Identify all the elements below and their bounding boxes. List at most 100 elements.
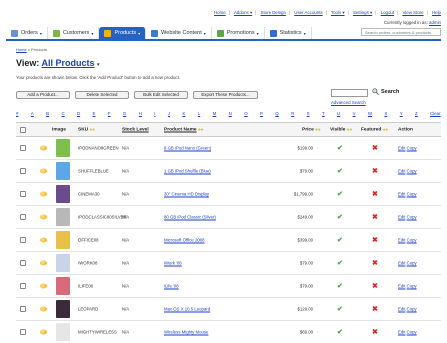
product-thumbnail[interactable] — [56, 254, 70, 272]
nav-statistics[interactable]: Statistics ▾ — [265, 27, 312, 39]
view-selector[interactable]: All Products — [42, 58, 95, 68]
copy-link[interactable]: Copy — [407, 284, 417, 289]
header-price[interactable]: Price ◆◆ — [302, 127, 321, 132]
advanced-search-link[interactable]: Advanced Search — [331, 100, 366, 105]
visible-check-icon[interactable]: ✔ — [337, 167, 343, 175]
edit-link[interactable]: Edit — [398, 330, 405, 335]
featured-x-icon[interactable]: ✖ — [372, 282, 378, 290]
settings-link[interactable]: Settings ▾ — [353, 10, 372, 15]
product-thumbnail[interactable] — [56, 162, 70, 180]
visible-check-icon[interactable]: ✔ — [337, 259, 343, 267]
user-accounts-link[interactable]: User Accounts — [294, 10, 322, 15]
edit-link[interactable]: Edit — [398, 284, 405, 289]
letter-filter-z[interactable]: Z — [415, 111, 418, 116]
header-visible[interactable]: Visible ◆◆ — [330, 127, 352, 132]
row-checkbox[interactable] — [20, 260, 26, 266]
view-store-link[interactable]: View Store — [402, 10, 423, 15]
letter-filter-q[interactable]: Q — [275, 111, 278, 116]
letter-filter-hash[interactable]: # — [16, 111, 18, 116]
product-name-link[interactable]: iWork '08 — [164, 261, 182, 266]
letter-filter-o[interactable]: O — [244, 111, 247, 116]
delete-selected-button[interactable]: Delete Selected — [75, 91, 129, 99]
visible-check-icon[interactable]: ✔ — [337, 144, 343, 152]
visible-check-icon[interactable]: ✔ — [337, 190, 343, 198]
letter-filter-p[interactable]: P — [260, 111, 263, 116]
header-stock[interactable]: Stock Level — [122, 127, 149, 132]
edit-link[interactable]: Edit — [398, 146, 405, 151]
edit-link[interactable]: Edit — [398, 307, 405, 312]
header-featured[interactable]: Featured ◆◆ — [361, 127, 388, 132]
letter-filter-y[interactable]: Y — [400, 111, 403, 116]
select-all-checkbox[interactable] — [20, 126, 26, 133]
edit-link[interactable]: Edit — [398, 238, 405, 243]
row-checkbox[interactable] — [20, 168, 26, 174]
letter-filter-t[interactable]: T — [322, 111, 325, 116]
row-checkbox[interactable] — [20, 237, 26, 243]
visible-check-icon[interactable]: ✔ — [337, 236, 343, 244]
row-checkbox[interactable] — [20, 214, 26, 220]
nav-promotions[interactable]: Promotions ▾ — [212, 27, 265, 39]
featured-x-icon[interactable]: ✖ — [372, 236, 378, 244]
product-name-link[interactable]: 30" Cinema HD Display — [164, 192, 209, 197]
row-checkbox[interactable] — [20, 329, 26, 335]
addons-link[interactable]: Addons ▾ — [234, 10, 252, 15]
letter-filter-m[interactable]: M — [213, 111, 217, 116]
visible-check-icon[interactable]: ✔ — [337, 305, 343, 313]
logged-in-user[interactable]: admin — [429, 20, 441, 25]
visible-check-icon[interactable]: ✔ — [337, 282, 343, 290]
header-sku[interactable]: SKU ◆◆ — [78, 127, 95, 132]
featured-x-icon[interactable]: ✖ — [372, 259, 378, 267]
product-thumbnail[interactable] — [56, 277, 70, 295]
search-button[interactable]: Search — [372, 88, 399, 95]
product-name-link[interactable]: Mac OS X 10.5 Leopard — [164, 307, 210, 312]
copy-link[interactable]: Copy — [407, 192, 417, 197]
letter-filter-u[interactable]: U — [337, 111, 340, 116]
nav-website-content[interactable]: Website Content ▾ — [146, 27, 212, 39]
letter-filter-b[interactable]: B — [46, 111, 49, 116]
nav-products[interactable]: Products ▾ — [99, 27, 147, 39]
row-checkbox[interactable] — [20, 306, 26, 312]
featured-x-icon[interactable]: ✖ — [372, 167, 378, 175]
letter-filter-r[interactable]: R — [291, 111, 294, 116]
featured-x-icon[interactable]: ✖ — [372, 190, 378, 198]
letter-filter-s[interactable]: S — [307, 111, 310, 116]
tools-link[interactable]: Tools ▾ — [331, 10, 345, 15]
header-name[interactable]: Product Name ◆◆ — [164, 127, 203, 132]
product-thumbnail[interactable] — [56, 139, 70, 157]
product-thumbnail[interactable] — [56, 185, 70, 203]
add-product-button[interactable]: Add a Product... — [16, 91, 70, 99]
store-design-link[interactable]: Store Design — [261, 10, 286, 15]
visible-check-icon[interactable]: ✔ — [337, 213, 343, 221]
bulk-edit-button[interactable]: Bulk Edit Selected — [134, 91, 188, 99]
export-products-button[interactable]: Export These Products... — [193, 91, 258, 99]
letter-filter-x[interactable]: X — [384, 111, 387, 116]
letter-filter-d[interactable]: D — [77, 111, 80, 116]
visible-check-icon[interactable]: ✔ — [337, 328, 343, 336]
global-search-input[interactable] — [361, 28, 441, 36]
letter-filter-f[interactable]: F — [108, 111, 111, 116]
letter-filter-n[interactable]: N — [229, 111, 232, 116]
letter-filter-v[interactable]: V — [353, 111, 356, 116]
letter-filter-clear[interactable]: Clear — [430, 111, 441, 116]
featured-x-icon[interactable]: ✖ — [372, 144, 378, 152]
edit-link[interactable]: Edit — [398, 215, 405, 220]
letter-filter-g[interactable]: G — [123, 111, 126, 116]
product-name-link[interactable]: 80 GB iPod Classic (Silver) — [164, 215, 216, 220]
letter-filter-i[interactable]: I — [154, 111, 155, 116]
nav-orders[interactable]: Orders ▾ — [6, 27, 48, 39]
copy-link[interactable]: Copy — [407, 307, 417, 312]
letter-filter-c[interactable]: C — [61, 111, 64, 116]
row-checkbox[interactable] — [20, 283, 26, 289]
copy-link[interactable]: Copy — [407, 261, 417, 266]
product-thumbnail[interactable] — [56, 300, 70, 318]
product-name-link[interactable]: Microsoft Office 2008 — [164, 238, 205, 243]
home-link[interactable]: Home — [214, 10, 226, 15]
letter-filter-h[interactable]: H — [139, 111, 142, 116]
letter-filter-k[interactable]: K — [182, 111, 185, 116]
featured-x-icon[interactable]: ✖ — [372, 328, 378, 336]
logout-link[interactable]: Logout — [381, 10, 394, 15]
letter-filter-w[interactable]: W — [368, 111, 372, 116]
product-search-input[interactable] — [331, 89, 368, 97]
product-thumbnail[interactable] — [56, 231, 70, 249]
copy-link[interactable]: Copy — [407, 238, 417, 243]
